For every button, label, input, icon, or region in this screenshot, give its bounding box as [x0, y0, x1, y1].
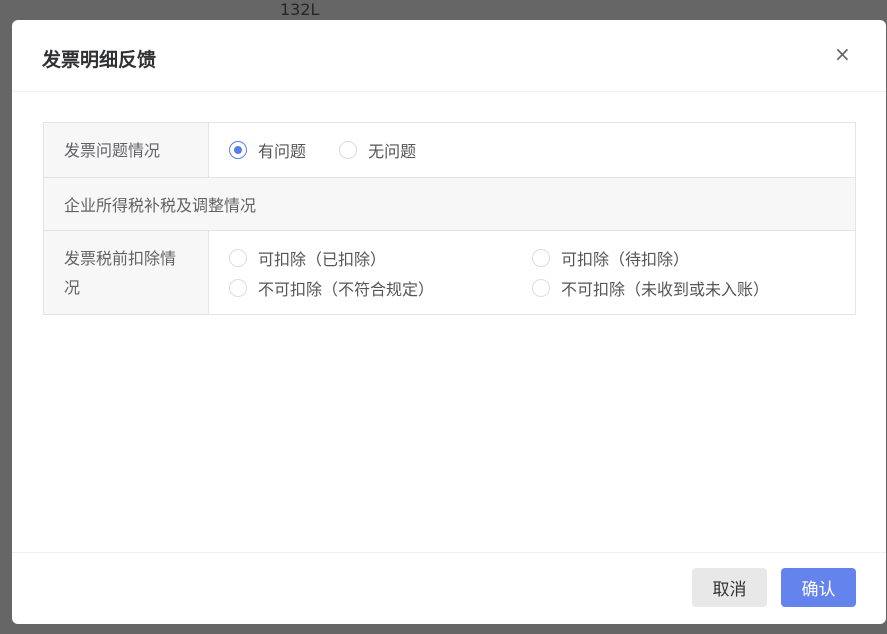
background-cell: 132L [280, 0, 320, 19]
radio-unchecked-icon [339, 140, 358, 159]
feedback-form-table: 发票问题情况 有问题 无问题 企业所得税补税及调整情况 发票税前扣除情况 可扣除… [43, 122, 856, 315]
radio-not-deductible-unreceived[interactable]: 不可扣除（未收到或未入账） [532, 276, 804, 300]
radio-label: 无问题 [368, 141, 417, 161]
dialog-title: 发票明细反馈 [42, 49, 157, 71]
radio-label: 可扣除（已扣除） [258, 249, 387, 269]
radio-not-deductible-noncompliant[interactable]: 不可扣除（不符合规定） [229, 276, 504, 300]
radio-unchecked-icon [532, 248, 550, 267]
radio-label: 不可扣除（不符合规定） [258, 279, 435, 299]
close-icon[interactable]: × [834, 42, 851, 66]
radio-label: 不可扣除（未收到或未入账） [561, 279, 770, 299]
confirm-button[interactable]: 确认 [781, 568, 856, 607]
dialog-header: 发票明细反馈 × [12, 20, 886, 92]
radio-has-issue[interactable]: 有问题 [229, 138, 306, 162]
radio-no-issue[interactable]: 无问题 [339, 138, 416, 162]
dialog-footer-divider [12, 552, 886, 553]
radio-unchecked-icon [532, 278, 550, 297]
deduction-row: 发票税前扣除情况 可扣除（已扣除） 可扣除（待扣除） 不可扣除（不符合规定） 不… [43, 230, 856, 315]
issue-label: 发票问题情况 [43, 122, 209, 178]
issue-row: 发票问题情况 有问题 无问题 [43, 122, 856, 178]
radio-deductible-pending[interactable]: 可扣除（待扣除） [532, 246, 804, 270]
deduction-label: 发票税前扣除情况 [43, 230, 209, 315]
radio-label: 可扣除（待扣除） [561, 249, 690, 269]
radio-label: 有问题 [258, 141, 307, 161]
radio-checked-icon [229, 140, 247, 159]
section-heading: 企业所得税补税及调整情况 [43, 177, 856, 231]
cancel-button[interactable]: 取消 [692, 568, 767, 607]
radio-deductible-deducted[interactable]: 可扣除（已扣除） [229, 246, 504, 270]
radio-unchecked-icon [229, 248, 247, 267]
radio-unchecked-icon [229, 278, 247, 297]
section-row: 企业所得税补税及调整情况 [43, 177, 856, 231]
invoice-feedback-dialog: 发票明细反馈 × 发票问题情况 有问题 无问题 企业所得税补税及调整情况 发票税… [12, 20, 886, 624]
